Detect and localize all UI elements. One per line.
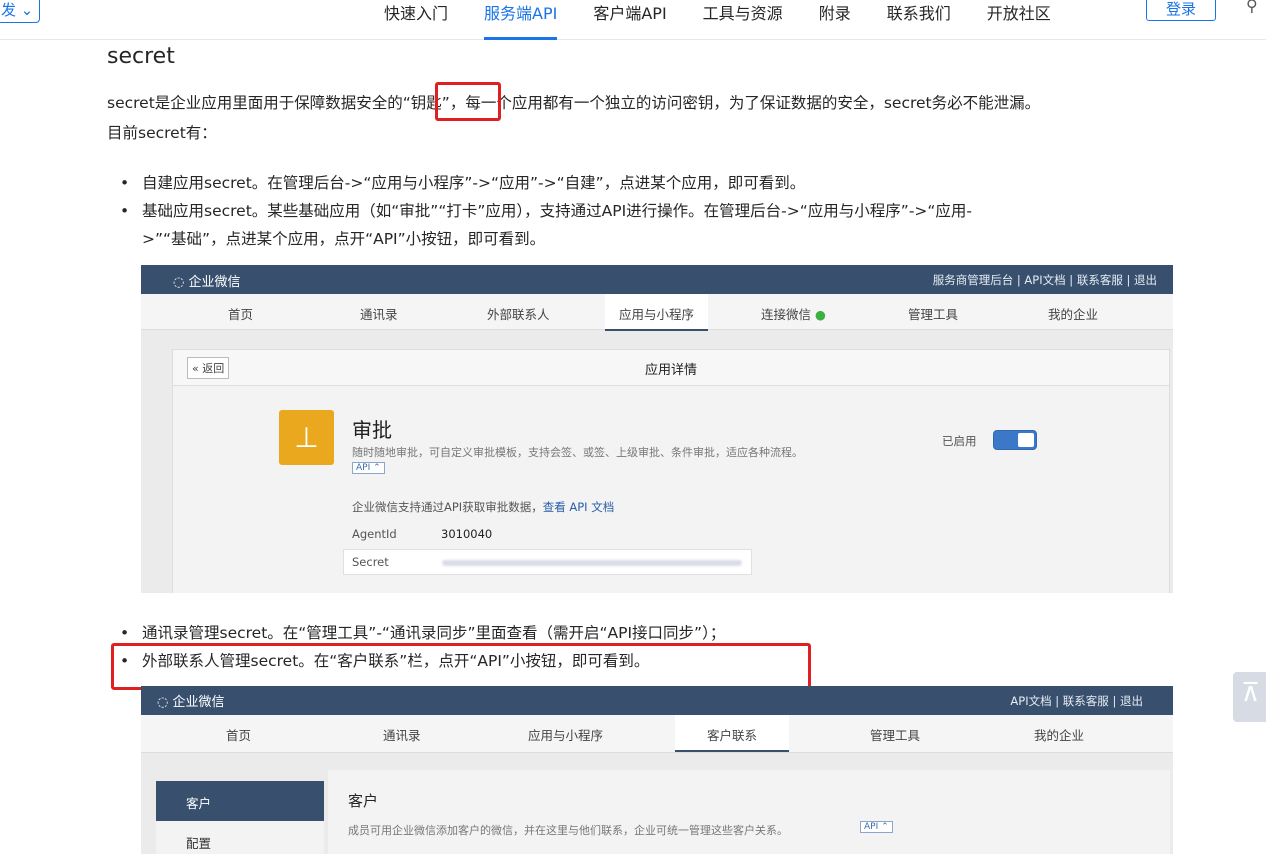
panel-header: « 返回 应用详情 xyxy=(173,350,1169,386)
login-button[interactable]: 登录 xyxy=(1146,0,1216,21)
admin-nav-item: 应用与小程序 xyxy=(528,728,604,743)
top-nav: 发 ⌄ 快速入门 服务端API 客户端API 工具与资源 附录 联系我们 开放社… xyxy=(0,0,1266,40)
agentid-label: AgentId xyxy=(352,527,397,541)
side-item: 配置 xyxy=(156,821,324,854)
logo-text: 企业微信 xyxy=(188,275,241,290)
approval-stamp-icon: ⊥ xyxy=(279,410,334,465)
nav-server-api[interactable]: 服务端API xyxy=(484,0,558,40)
api-note: 企业微信支持通过API获取审批数据，查看 API 文档 xyxy=(352,499,614,515)
nav-tools[interactable]: 工具与资源 xyxy=(703,0,783,40)
intro-text-line2: 目前secret有： xyxy=(107,124,217,142)
nav-quickstart[interactable]: 快速入门 xyxy=(384,0,448,40)
search-icon[interactable]: ⚲ xyxy=(1246,0,1258,15)
panel-title: 应用详情 xyxy=(644,363,697,378)
secret-list-1: 自建应用secret。在管理后台->“应用与小程序”->“应用”->“自建”，点… xyxy=(120,169,972,253)
app-detail-panel: « 返回 应用详情 ⊥ 审批 随时随地审批，可自定义审批模板，支持会签、或签、上… xyxy=(172,349,1170,593)
customer-panel: 客户 成员可用企业微信添加客户的微信，并在这里与他们联系，企业可统一管理这些客户… xyxy=(328,770,1170,854)
admin-nav-item: 首页 xyxy=(228,307,254,322)
list-item-line: >”“基础”，点进某个应用，点开“API”小按钮，即可看到。 xyxy=(142,230,546,248)
logo-text: 企业微信 xyxy=(172,695,225,710)
wecom-logo: ◌ 企业微信 xyxy=(173,271,241,290)
wecom-logo: ◌ 企业微信 xyxy=(157,691,225,710)
intro-text-a: secret是企业应用里面用于保障数据安全的 xyxy=(107,94,403,112)
admin-nav-item-active: 客户联系 xyxy=(675,715,789,752)
back-to-top-button[interactable]: ⊼ xyxy=(1233,672,1266,722)
section-heading: secret xyxy=(107,44,175,69)
api-tag: API ⌃ xyxy=(860,821,893,833)
app-name: 审批 xyxy=(352,418,392,442)
admin-nav-item: 首页 xyxy=(226,728,252,743)
nav-client-api[interactable]: 客户端API xyxy=(593,0,666,40)
approval-app-screenshot: ◌ 企业微信 服务商管理后台 | API文档 | 联系客服 | 退出 首页 通讯… xyxy=(141,265,1173,593)
wechat-icon: ● xyxy=(815,307,826,322)
admin-nav-item: 外部联系人 xyxy=(487,307,550,322)
list-item: 自建应用secret。在管理后台->“应用与小程序”->“应用”->“自建”，点… xyxy=(120,169,972,197)
admin-nav: 首页 通讯录 外部联系人 应用与小程序 连接微信 ● 管理工具 我的企业 xyxy=(141,294,1173,331)
admin-nav-item: 通讯录 xyxy=(360,307,398,322)
intro-text-b: ，每一个应用都有一个独立的访问密钥，为了保证数据的安全，secret务必不能泄漏… xyxy=(449,94,1041,112)
admin-header: ◌ 企业微信 服务商管理后台 | API文档 | 联系客服 | 退出 xyxy=(141,265,1173,294)
admin-top-links: 服务商管理后台 | API文档 | 联系客服 | 退出 xyxy=(932,273,1157,287)
admin-nav-item: 我的企业 xyxy=(1034,728,1085,743)
secret-value-blurred xyxy=(442,560,742,566)
nav-contact[interactable]: 联系我们 xyxy=(887,0,951,40)
intro-paragraph: secret是企业应用里面用于保障数据安全的“钥匙”，每一个应用都有一个独立的访… xyxy=(107,88,1187,148)
side-item-active: 客户 xyxy=(156,781,324,821)
list-item-line: 基础应用secret。某些基础应用（如“审批”“打卡”应用），支持通过API进行… xyxy=(142,202,973,220)
admin-nav-item: 连接微信 ● xyxy=(761,304,826,323)
enabled-label: 已启用 xyxy=(942,434,977,448)
secret-row: Secret xyxy=(343,549,752,575)
api-doc-link: 查看 API 文档 xyxy=(542,500,615,514)
nav-links: 快速入门 服务端API 客户端API 工具与资源 附录 联系我们 开放社区 xyxy=(384,0,1087,40)
api-tag: API ⌃ xyxy=(352,462,385,474)
customer-contact-screenshot: ◌ 企业微信 API文档 | 联系客服 | 退出 首页 通讯录 应用与小程序 客… xyxy=(141,686,1173,854)
secret-label: Secret xyxy=(352,555,389,569)
admin-nav-item: 通讯录 xyxy=(383,728,421,743)
key-highlight-box xyxy=(435,82,501,121)
admin-nav-label: 连接微信 xyxy=(761,307,812,322)
enabled-toggle xyxy=(993,430,1037,450)
chat-bubble-icon: ◌ xyxy=(157,695,169,710)
app-description: 随时随地审批，可自定义审批模板，支持会签、或签、上级审批、条件审批，适应各种流程… xyxy=(352,446,803,459)
admin-nav-item: 我的企业 xyxy=(1048,307,1099,322)
admin-nav-item: 管理工具 xyxy=(908,307,959,322)
admin-nav: 首页 通讯录 应用与小程序 客户联系 管理工具 我的企业 xyxy=(141,715,1173,753)
admin-nav-item: 管理工具 xyxy=(870,728,921,743)
external-contact-highlight-box xyxy=(111,643,811,690)
admin-nav-item-active: 应用与小程序 xyxy=(605,294,709,331)
customer-title: 客户 xyxy=(348,792,379,810)
nav-appendix[interactable]: 附录 xyxy=(819,0,851,40)
admin-top-links: API文档 | 联系客服 | 退出 xyxy=(1010,694,1143,708)
agentid-value: 3010040 xyxy=(441,527,493,541)
api-note-text: 企业微信支持通过API获取审批数据， xyxy=(352,500,543,514)
admin-header: ◌ 企业微信 API文档 | 联系客服 | 退出 xyxy=(141,686,1173,715)
customer-description: 成员可用企业微信添加客户的微信，并在这里与他们联系，企业可统一管理这些客户关系。 xyxy=(348,824,788,837)
list-item: 基础应用secret。某些基础应用（如“审批”“打卡”应用），支持通过API进行… xyxy=(120,197,972,253)
chat-bubble-icon: ◌ xyxy=(173,275,185,290)
nav-community[interactable]: 开放社区 xyxy=(987,0,1051,40)
version-dropdown[interactable]: 发 ⌄ xyxy=(0,0,40,23)
